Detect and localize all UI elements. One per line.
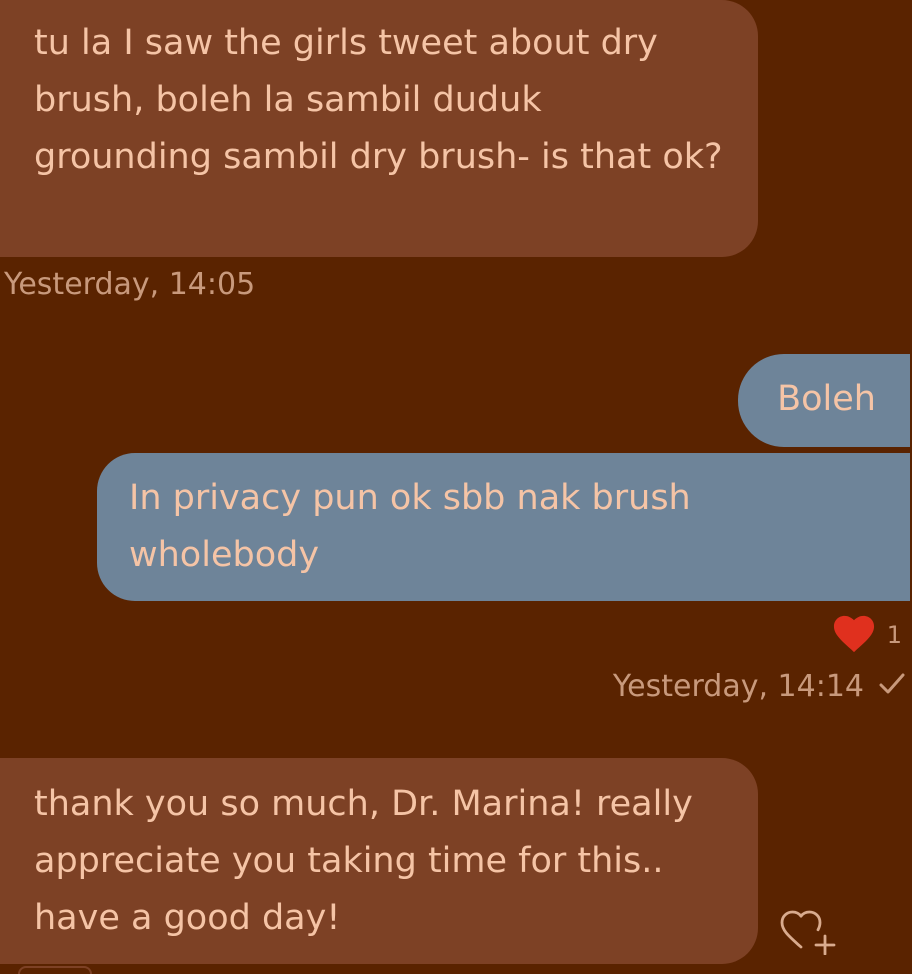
sent-status-row: Yesterday, 14:14 bbox=[613, 669, 906, 705]
message-text: tu la I saw the girls tweet about dry br… bbox=[34, 23, 723, 177]
reaction-count: 1 bbox=[886, 621, 902, 649]
checkmark-icon bbox=[878, 669, 906, 705]
heart-icon bbox=[831, 612, 877, 658]
received-message-bubble[interactable]: thank you so much, Dr. Marina! really ap… bbox=[0, 758, 758, 964]
message-text: thank you so much, Dr. Marina! really ap… bbox=[34, 784, 693, 938]
message-text: Boleh bbox=[777, 379, 876, 419]
message-timestamp: Yesterday, 14:14 bbox=[612, 669, 864, 704]
partial-element bbox=[18, 966, 92, 974]
received-message-bubble[interactable]: tu la I saw the girls tweet about dry br… bbox=[0, 0, 758, 257]
message-timestamp: Yesterday, 14:05 bbox=[4, 267, 256, 302]
heart-plus-icon bbox=[779, 910, 843, 959]
add-reaction-button[interactable] bbox=[779, 905, 843, 956]
reaction-summary[interactable]: 1 bbox=[831, 612, 902, 658]
message-text: In privacy pun ok sbb nak brush wholebod… bbox=[129, 478, 691, 575]
message-thread: tu la I saw the girls tweet about dry br… bbox=[0, 0, 912, 974]
sent-message-bubble[interactable]: In privacy pun ok sbb nak brush wholebod… bbox=[97, 453, 910, 601]
sent-message-bubble[interactable]: Boleh bbox=[738, 354, 910, 447]
